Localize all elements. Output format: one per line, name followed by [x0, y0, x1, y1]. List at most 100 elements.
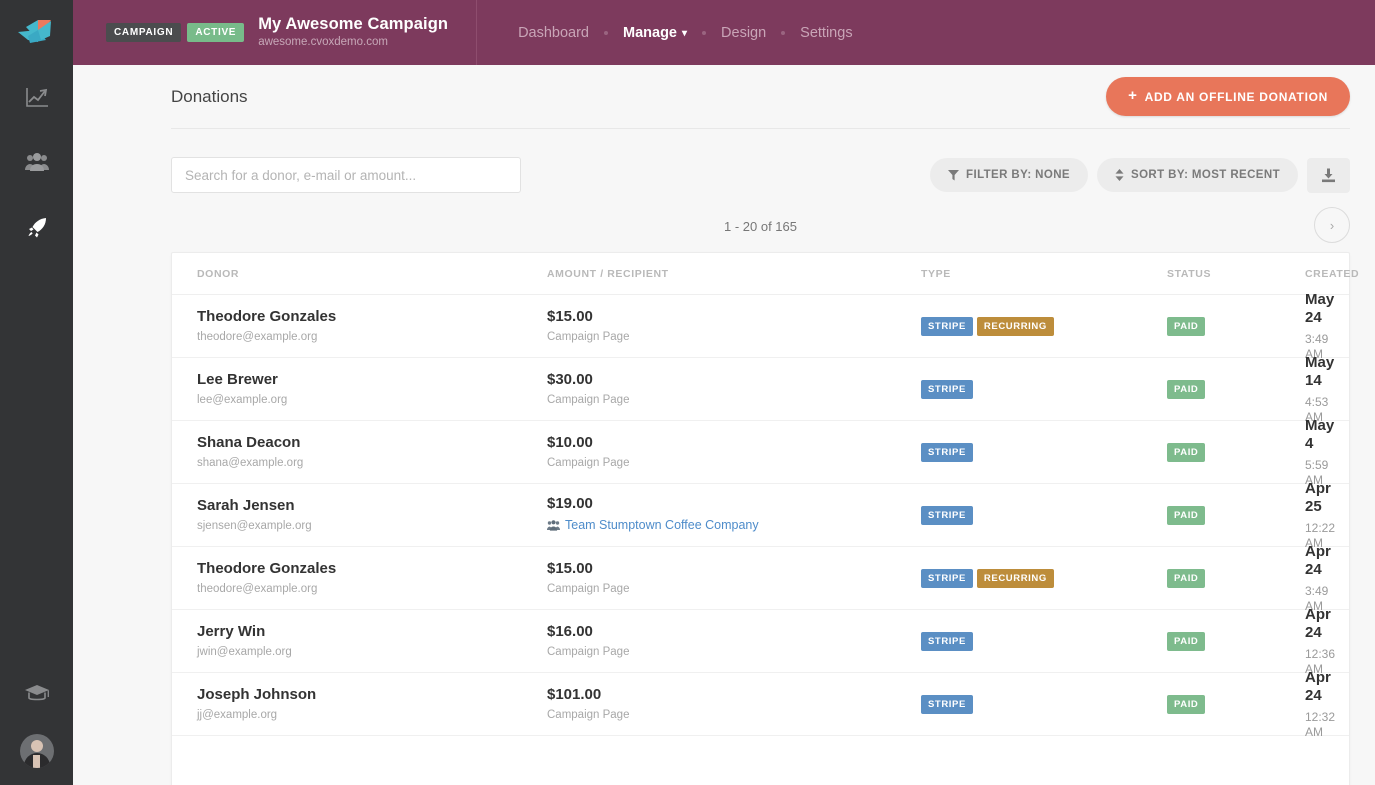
- cell-donor: Theodore Gonzales theodore@example.org: [172, 560, 537, 597]
- nav-label-manage: Manage: [623, 25, 677, 41]
- table-row[interactable]: Jerry Winjwin@example.org$16.00Campaign …: [172, 610, 1349, 673]
- graduation-cap-icon: [24, 683, 50, 703]
- sidebar-item-people[interactable]: [0, 130, 73, 195]
- avatar: [20, 734, 54, 768]
- cell-status: PAID: [1157, 505, 1295, 525]
- created-date: May 4: [1305, 417, 1339, 453]
- cell-type: STRIPE: [911, 505, 1157, 525]
- cell-type: STRIPE: [911, 379, 1157, 399]
- team-recipient-label: Team Stumptown Coffee Company: [565, 518, 759, 533]
- table-row[interactable]: Shana Deacon shana@example.org $10.00Campa…: [172, 421, 1349, 484]
- badge-campaign: CAMPAIGN: [106, 23, 181, 42]
- cell-type: STRIPERECURRING: [911, 316, 1157, 336]
- donor-name: Joseph Johnson: [197, 686, 527, 704]
- sort-by-label: SORT BY: MOST RECENT: [1131, 169, 1280, 181]
- column-header-created: CREATED: [1295, 268, 1369, 280]
- cell-amount-recipient: $19.00Team Stumptown Coffee Company: [537, 495, 911, 536]
- campaign-text: My Awesome Campaign awesome.cvoxdemo.com: [258, 15, 448, 49]
- donor-email: jwin@example.org: [197, 646, 527, 660]
- donation-amount: $15.00: [547, 308, 901, 326]
- donor-name: Shana Deacon: [197, 434, 527, 452]
- cell-created: May 243:49 AM: [1295, 291, 1349, 361]
- donation-amount: $30.00: [547, 371, 901, 389]
- tag-stripe: STRIPE: [921, 695, 973, 714]
- donor-email: shana@example.org: [197, 457, 527, 471]
- content-area: Donations + ADD AN OFFLINE DONATION FILT…: [73, 65, 1375, 785]
- sidebar-item-learn[interactable]: [0, 660, 73, 725]
- sidebar-item-analytics[interactable]: [0, 65, 73, 130]
- cell-donor: Shana Deacon shana@example.org: [172, 434, 537, 471]
- badge-status-active: ACTIVE: [187, 23, 244, 42]
- nav-item-dashboard[interactable]: Dashboard: [503, 25, 604, 41]
- tag-stripe: STRIPE: [921, 380, 973, 399]
- created-date: May 24: [1305, 291, 1339, 327]
- nav-item-settings[interactable]: Settings: [785, 25, 867, 41]
- table-toolbar: FILTER BY: NONE SORT BY: MOST RECENT: [98, 129, 1350, 193]
- created-time: 12:32 AM: [1305, 710, 1339, 739]
- cell-status: PAID: [1157, 442, 1295, 462]
- table-row[interactable]: Theodore Gonzales theodore@example.org $15…: [172, 547, 1349, 610]
- sort-by-button[interactable]: SORT BY: MOST RECENT: [1097, 158, 1298, 192]
- table-row[interactable]: Theodore Gonzalestheodore@example.org $15…: [172, 295, 1349, 358]
- add-offline-donation-button[interactable]: + ADD AN OFFLINE DONATION: [1106, 77, 1350, 116]
- nav-item-manage[interactable]: Manage ▾: [608, 25, 702, 41]
- created-date: May 14: [1305, 354, 1339, 390]
- column-header-status: STATUS: [1157, 268, 1295, 280]
- pagination-row: 1 - 20 of 165 ›: [98, 193, 1350, 252]
- tag-stripe: STRIPE: [921, 443, 973, 462]
- donor-email: theodore@example.org: [197, 583, 527, 597]
- table-header-row: DONOR AMOUNT / RECIPIENT TYPE STATUS CRE…: [172, 253, 1349, 295]
- donation-amount: $101.00: [547, 686, 901, 704]
- cell-donor: Jerry Win jwin@example.org: [172, 623, 537, 660]
- donor-email: lee@example.org: [197, 394, 527, 408]
- cell-donor: Joseph Johnsonjj@example.org: [172, 686, 537, 723]
- cell-status: PAID: [1157, 379, 1295, 399]
- nav-item-design[interactable]: Design: [706, 25, 781, 41]
- cell-amount-recipient: $30.00Campaign Page: [537, 371, 911, 408]
- filter-by-label: FILTER BY: NONE: [966, 169, 1070, 181]
- sidebar-item-campaigns[interactable]: [0, 195, 73, 260]
- created-date: Apr 24: [1305, 543, 1339, 579]
- download-export-button[interactable]: [1307, 158, 1350, 193]
- column-header-type: TYPE: [911, 268, 1157, 280]
- created-date: Apr 24: [1305, 606, 1339, 642]
- donor-name: Theodore Gonzales: [197, 560, 527, 578]
- download-icon: [1321, 168, 1336, 183]
- table-body: Theodore Gonzales theodore@example.org $15…: [172, 295, 1349, 785]
- add-offline-donation-label: ADD AN OFFLINE DONATION: [1145, 90, 1328, 104]
- donor-email: sjensen@example.org: [197, 520, 527, 534]
- cell-status: PAID: [1157, 568, 1295, 588]
- tag-stripe: STRIPE: [921, 506, 973, 525]
- cell-status: PAID: [1157, 316, 1295, 336]
- app-logo[interactable]: [0, 0, 73, 65]
- pagination-next-button[interactable]: ›: [1314, 207, 1350, 243]
- sidebar-item-account[interactable]: [0, 725, 73, 785]
- table-row[interactable]: Sarah Jensen sjensen@example.org $19.00Tea…: [172, 484, 1349, 547]
- table-row[interactable]: Lee Brewerlee@example.org$30.00Campaign …: [172, 358, 1349, 421]
- filter-by-button[interactable]: FILTER BY: NONE: [930, 158, 1088, 192]
- tag-recurring: RECURRING: [977, 317, 1054, 336]
- table-row-partial[interactable]: [172, 736, 1349, 785]
- column-header-amount: AMOUNT / RECIPIENT: [537, 268, 911, 280]
- page-title: Donations: [98, 87, 248, 107]
- team-recipient-link[interactable]: Team Stumptown Coffee Company: [547, 518, 759, 533]
- chevron-down-icon: ▾: [682, 28, 687, 39]
- cell-amount-recipient: $10.00Campaign Page: [537, 434, 911, 471]
- status-badge: PAID: [1167, 317, 1205, 336]
- donor-name: Jerry Win: [197, 623, 527, 641]
- cell-donor: [172, 758, 537, 776]
- donation-amount: $15.00: [547, 560, 901, 578]
- table-row[interactable]: Joseph Johnsonjj@example.org$101.00Campa…: [172, 673, 1349, 736]
- cell-donor: Theodore Gonzalestheodore@example.org: [172, 308, 537, 345]
- top-header-bar: CAMPAIGN ACTIVE My Awesome Campaign awes…: [73, 0, 1375, 65]
- pagination-range: 1 - 20 of 165: [724, 219, 797, 234]
- origami-crane-logo-icon: [16, 16, 58, 50]
- team-group-icon: [547, 520, 560, 531]
- tag-recurring: RECURRING: [977, 569, 1054, 588]
- main-column: CAMPAIGN ACTIVE My Awesome Campaign awes…: [73, 0, 1375, 785]
- users-group-icon: [24, 152, 50, 174]
- search-input[interactable]: [171, 157, 521, 193]
- donor-name: Sarah Jensen: [197, 497, 527, 515]
- left-rail: [0, 0, 73, 785]
- campaign-identity: CAMPAIGN ACTIVE My Awesome Campaign awes…: [106, 15, 476, 49]
